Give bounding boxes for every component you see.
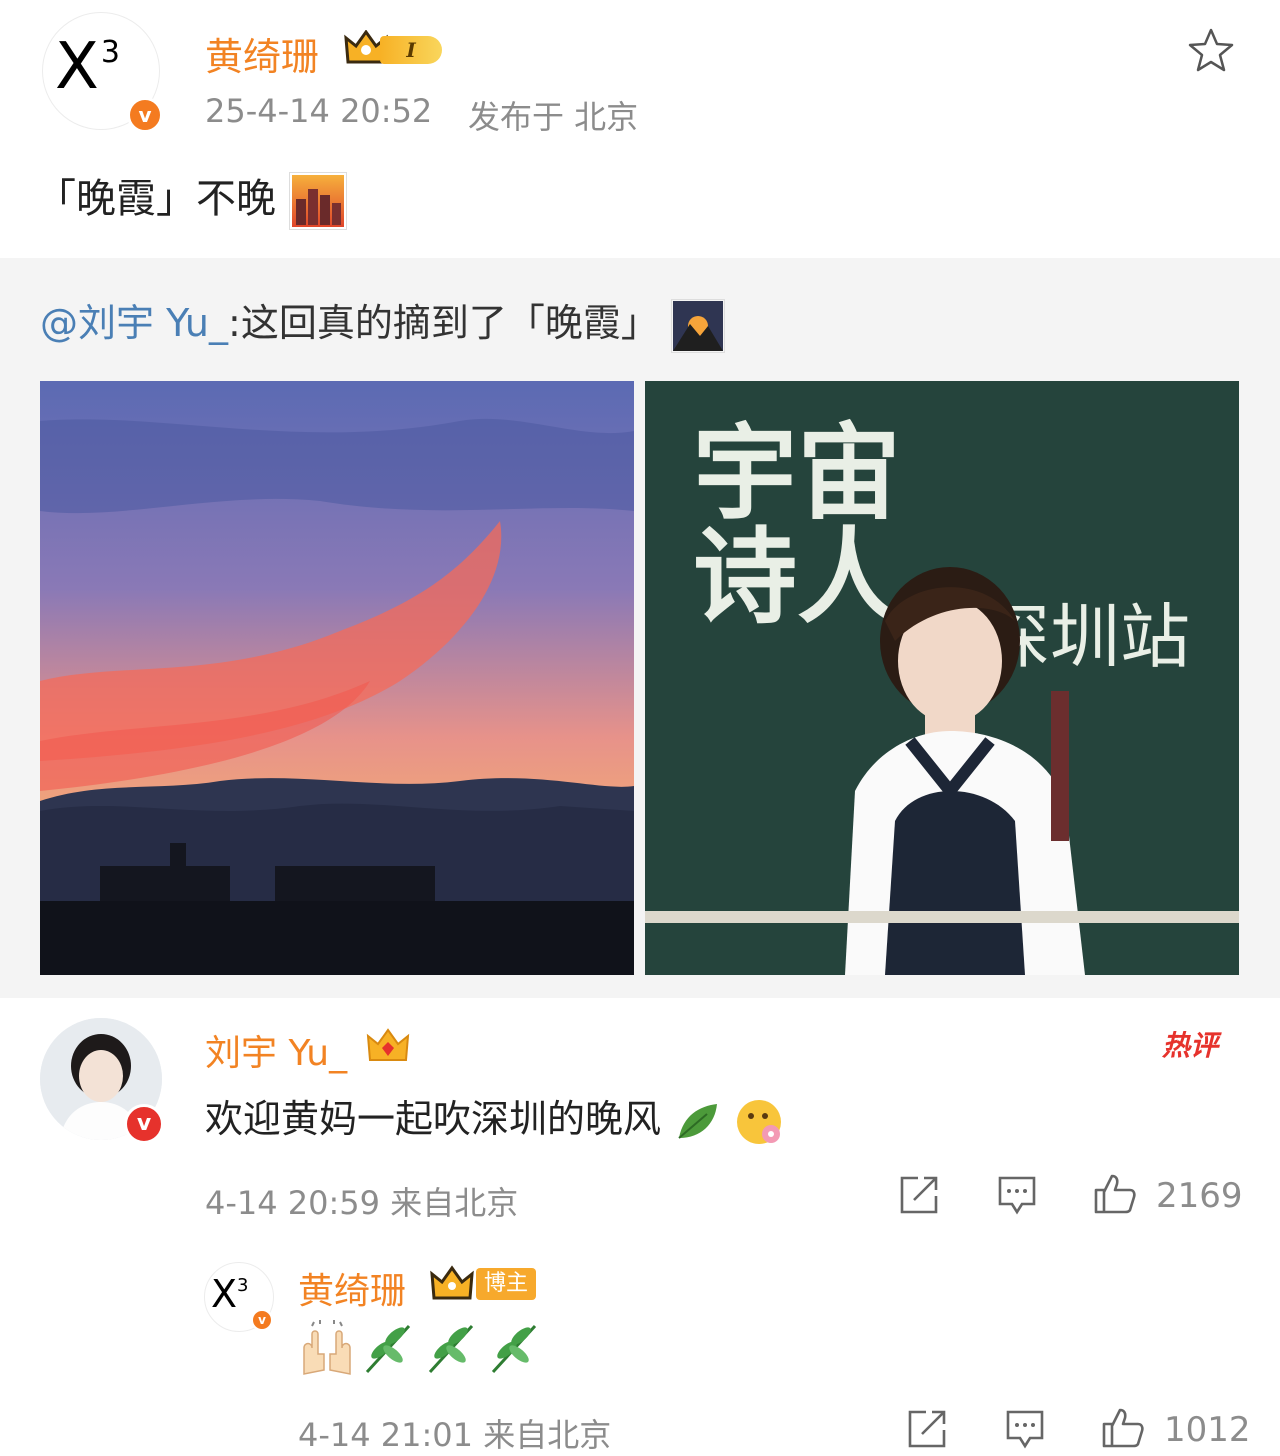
- hot-comment-badge: 热评: [1162, 1029, 1219, 1062]
- post-text-content: 「晚霞」不晚: [36, 176, 276, 222]
- author-name[interactable]: 黄绮珊: [205, 26, 319, 81]
- x3-logo: X3: [211, 1272, 249, 1316]
- comment-icon: [1006, 1410, 1044, 1449]
- share-icon: [900, 1176, 938, 1214]
- crown-icon: [430, 1265, 474, 1300]
- post-date: 25-4-14 20:52: [205, 92, 433, 130]
- share-button[interactable]: [898, 1174, 940, 1216]
- verified-icon: v: [251, 1309, 273, 1331]
- sunset-photo-graphic: [40, 381, 634, 975]
- reply-like-button[interactable]: [1100, 1404, 1146, 1450]
- post-text: 「晚霞」不晚: [36, 166, 347, 230]
- reply-like-count: 1012: [1164, 1410, 1251, 1450]
- chalk-ledge: [645, 911, 1239, 923]
- share-icon: [908, 1410, 946, 1448]
- blogger-tag: 博主: [476, 1268, 536, 1300]
- sunset-photo[interactable]: [40, 381, 634, 975]
- comment-icon: [998, 1176, 1036, 1215]
- commenter-name[interactable]: 刘宇 Yu_: [205, 1024, 347, 1076]
- like-icon: [1102, 1408, 1144, 1448]
- comment-text: 欢迎黄妈一起吹深圳的晚风: [205, 1088, 789, 1150]
- repost-content: :这回真的摘到了「晚霞」: [228, 301, 659, 345]
- verified-icon: v: [127, 97, 163, 133]
- concert-poster[interactable]: 宇宙诗人 深圳站: [645, 381, 1239, 975]
- reply-time: 4-14 21:01 来自北京: [298, 1416, 612, 1454]
- post-location: 发布于 北京: [468, 98, 639, 136]
- reply-share-button[interactable]: [906, 1408, 948, 1450]
- author-avatar[interactable]: X3 v: [42, 12, 163, 133]
- reply-avatar[interactable]: X3 v: [204, 1262, 274, 1332]
- leaf-branch-icon: [365, 1324, 411, 1374]
- star-icon: [1188, 28, 1234, 72]
- reply-comment-button[interactable]: [1004, 1408, 1046, 1450]
- sunrise-mountain-icon: [670, 298, 725, 353]
- comment-time: 4-14 20:59 来自北京: [205, 1184, 519, 1222]
- favorite-button[interactable]: [1186, 26, 1236, 76]
- comment-content: 欢迎黄妈一起吹深圳的晚风: [205, 1097, 662, 1141]
- member-badge[interactable]: I: [344, 30, 454, 68]
- x3-logo: X3: [55, 30, 120, 104]
- like-count: 2169: [1156, 1176, 1243, 1216]
- city-sunset-icon: [288, 172, 347, 230]
- leaf-branch-icon: [429, 1324, 474, 1374]
- comment-button[interactable]: [996, 1174, 1038, 1216]
- leaf-icon: [678, 1103, 718, 1139]
- crown-icon: [366, 1028, 410, 1061]
- level-label: I: [380, 36, 442, 64]
- flower-smile-icon: [737, 1099, 782, 1144]
- raising-hands-icon: [303, 1320, 351, 1375]
- like-icon: [1094, 1174, 1136, 1214]
- mention-link[interactable]: @刘宇 Yu_: [40, 301, 228, 345]
- reply-emojis: [298, 1320, 545, 1382]
- reply-author-name[interactable]: 黄绮珊: [298, 1262, 406, 1314]
- repost-text: @刘宇 Yu_:这回真的摘到了「晚霞」: [40, 292, 725, 353]
- like-button[interactable]: [1092, 1170, 1138, 1216]
- leaf-branch-icon: [492, 1324, 537, 1374]
- verified-icon: v: [124, 1104, 164, 1144]
